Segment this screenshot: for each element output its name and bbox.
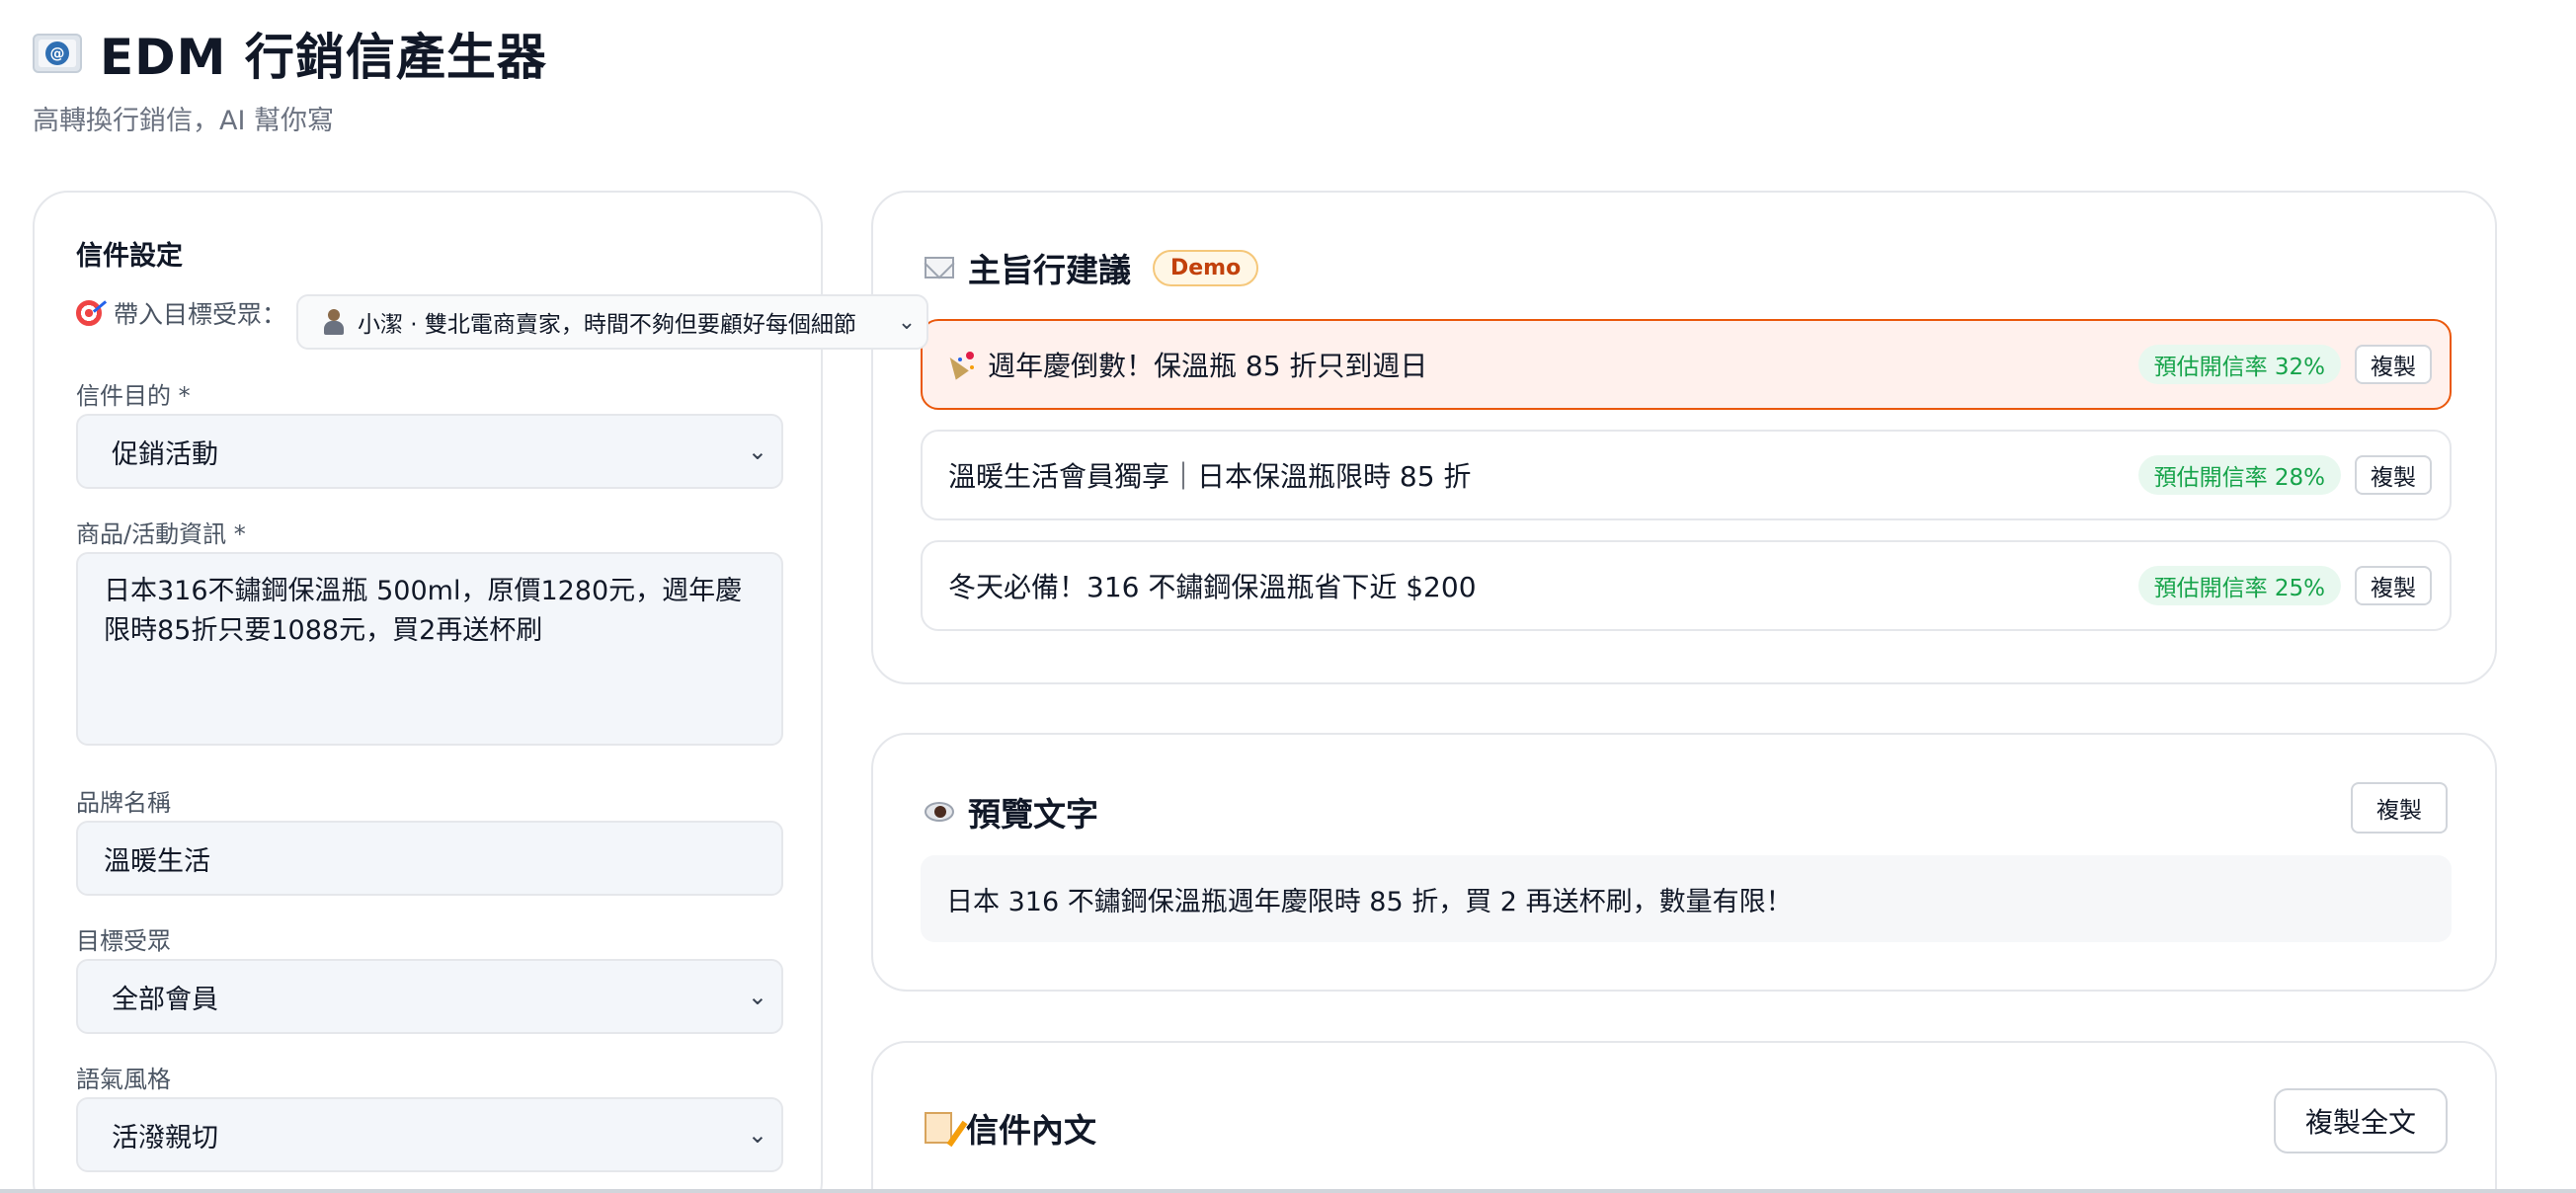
- party-popper-icon: [948, 352, 974, 377]
- product-textarea[interactable]: 日本316不鏽鋼保溫瓶 500ml，原價1280元，週年慶限時85折只要1088…: [76, 552, 783, 746]
- open-rate-badge: 預估開信率 28%: [2137, 455, 2341, 495]
- subject-option[interactable]: 溫暖生活會員獨享｜日本保溫瓶限時 85 折 預估開信率 28% 複製: [921, 430, 2452, 520]
- audience-value: 全部會員: [112, 984, 218, 1015]
- subjects-card-header: 主旨行建議 Demo: [925, 244, 1259, 291]
- chevron-down-icon: ⌄: [747, 1121, 767, 1149]
- subject-text: 週年慶倒數！保溫瓶 85 折只到週日: [988, 350, 1428, 382]
- persona-label: 帶入目標受眾：: [114, 300, 287, 329]
- purpose-value: 促銷活動: [112, 438, 218, 470]
- purpose-label: 信件目的 *: [76, 382, 191, 410]
- page-title: EDM 行銷信產生器: [100, 29, 547, 86]
- chevron-down-icon: ⌄: [887, 309, 926, 335]
- audience-select[interactable]: 全部會員 ⌄: [76, 959, 783, 1034]
- copy-all-button[interactable]: 複製全文: [2273, 1088, 2448, 1153]
- page-header: @ EDM 行銷信產生器 高轉換行銷信，AI 幫你寫: [33, 18, 547, 137]
- copy-subject-button[interactable]: 複製: [2355, 566, 2432, 605]
- persona-select[interactable]: 小潔 · 雙北電商賣家，時間不夠但要顧好每個細節 ⌄: [296, 294, 928, 350]
- tone-select[interactable]: 活潑親切 ⌄: [76, 1097, 783, 1172]
- page-subtitle: 高轉換行銷信，AI 幫你寫: [33, 106, 335, 136]
- subject-option[interactable]: 週年慶倒數！保溫瓶 85 折只到週日 預估開信率 32% 複製: [921, 319, 2452, 410]
- open-rate-badge: 預估開信率 32%: [2137, 345, 2341, 384]
- chevron-down-icon: ⌄: [747, 437, 767, 465]
- memo-icon: [925, 1112, 952, 1144]
- body-card-header: 信件內文: [925, 1104, 1096, 1152]
- body-card: 信件內文 複製全文: [871, 1041, 2497, 1193]
- subjects-card: 主旨行建議 Demo 週年慶倒數！保溫瓶 85 折只到週日 預估開信率 32% …: [871, 191, 2497, 684]
- envelope-icon: [925, 257, 954, 278]
- settings-panel-title: 信件設定: [76, 241, 183, 272]
- persona-value: 小潔 · 雙北電商賣家，時間不夠但要顧好每個細節: [358, 312, 856, 338]
- audience-label: 目標受眾: [76, 927, 171, 955]
- eye-icon: [925, 802, 954, 822]
- persona-row: 帶入目標受眾：: [76, 295, 286, 331]
- copy-subject-button[interactable]: 複製: [2355, 455, 2432, 495]
- person-icon: [324, 309, 344, 335]
- preview-text: 日本 316 不鏽鋼保溫瓶週年慶限時 85 折，買 2 再送杯刷，數量有限！: [921, 855, 2452, 942]
- target-icon: [76, 300, 102, 326]
- viewport-bottom-edge: [0, 1189, 2576, 1193]
- subjects-title: 主旨行建議: [968, 251, 1131, 289]
- preview-card-header: 預覽文字: [925, 788, 1098, 835]
- demo-badge: Demo: [1153, 249, 1259, 286]
- brand-label: 品牌名稱: [76, 789, 171, 817]
- subject-text: 冬天必備！316 不鏽鋼保溫瓶省下近 $200: [948, 571, 1477, 603]
- tone-label: 語氣風格: [76, 1066, 171, 1093]
- copy-preview-button[interactable]: 複製: [2351, 782, 2448, 834]
- purpose-select[interactable]: 促銷活動 ⌄: [76, 414, 783, 489]
- copy-subject-button[interactable]: 複製: [2355, 345, 2432, 384]
- preview-card: 預覽文字 複製 日本 316 不鏽鋼保溫瓶週年慶限時 85 折，買 2 再送杯刷…: [871, 733, 2497, 992]
- brand-input[interactable]: 溫暖生活: [76, 821, 783, 896]
- chevron-down-icon: ⌄: [747, 983, 767, 1010]
- body-title: 信件內文: [966, 1111, 1096, 1150]
- tone-value: 活潑親切: [112, 1122, 218, 1153]
- preview-title: 預覽文字: [968, 795, 1098, 834]
- open-rate-badge: 預估開信率 25%: [2137, 566, 2341, 605]
- email-icon: @: [33, 34, 82, 73]
- subject-option[interactable]: 冬天必備！316 不鏽鋼保溫瓶省下近 $200 預估開信率 25% 複製: [921, 540, 2452, 631]
- subject-text: 溫暖生活會員獨享｜日本保溫瓶限時 85 折: [948, 460, 1472, 493]
- product-label: 商品/活動資訊 *: [76, 520, 246, 548]
